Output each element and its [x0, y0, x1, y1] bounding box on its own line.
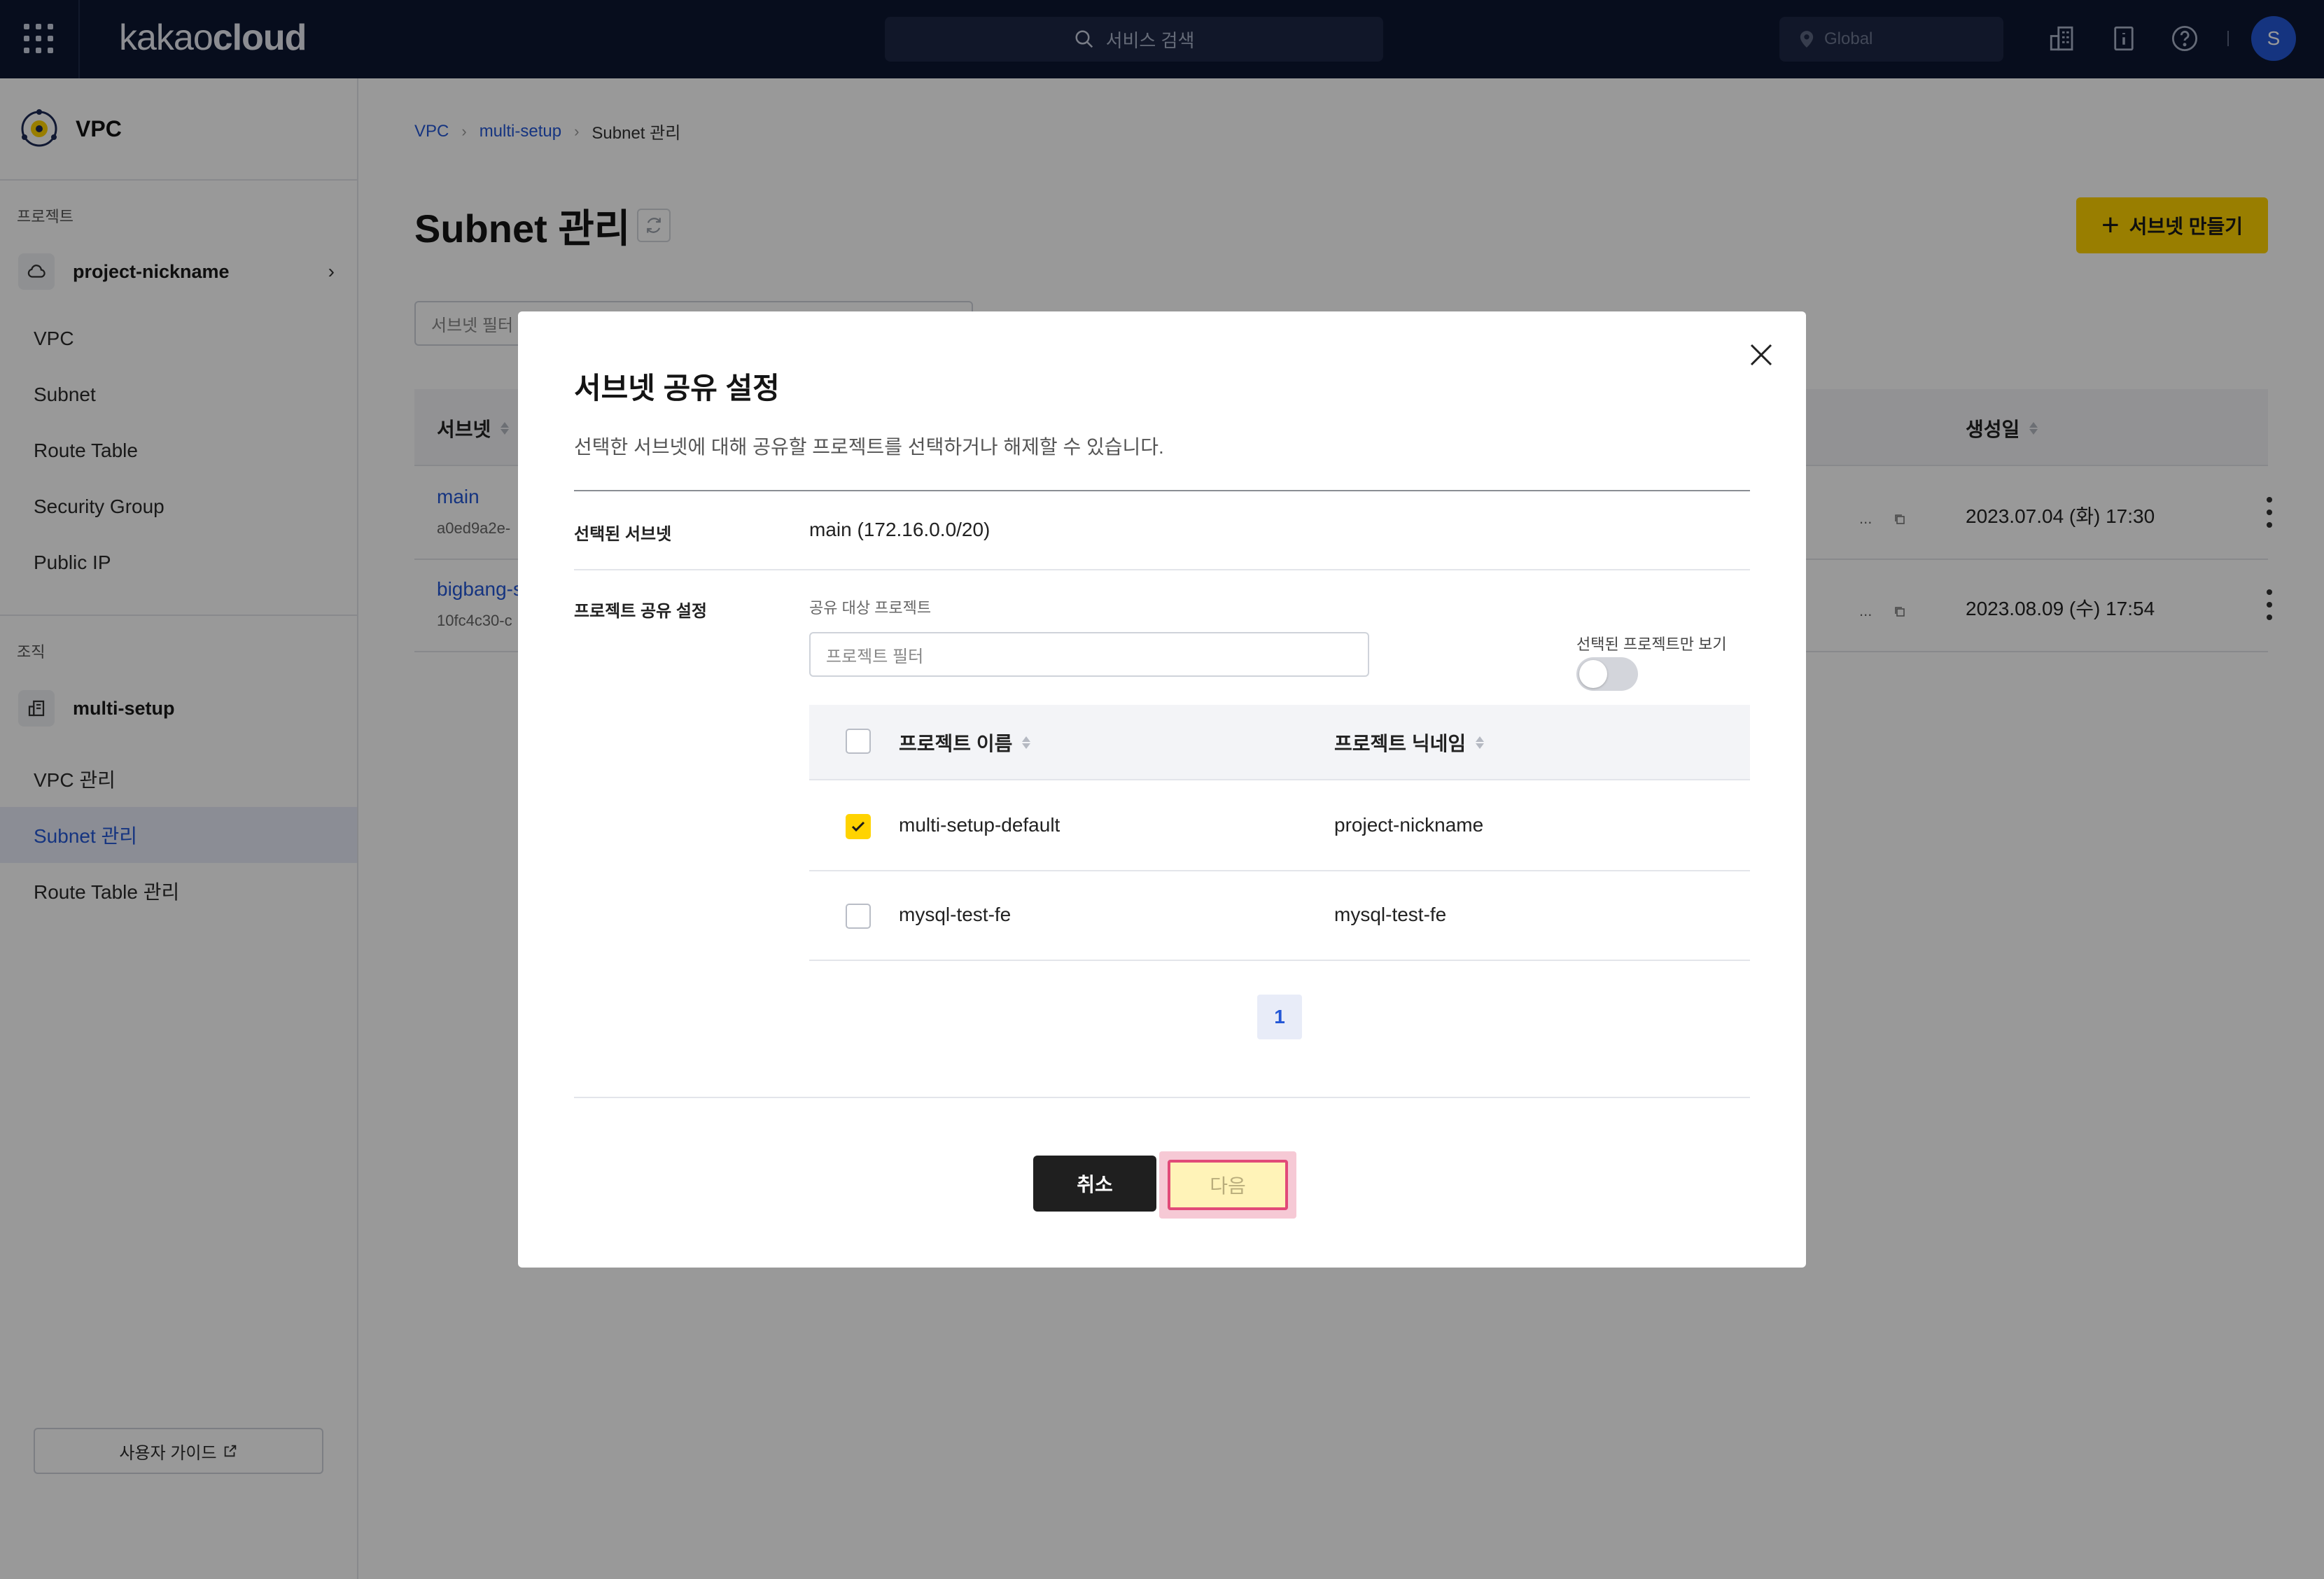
selected-subnet-label: 선택된 서브넷: [574, 525, 672, 544]
check-icon: [851, 821, 865, 832]
project-table-header: 프로젝트 이름 프로젝트 닉네임: [809, 705, 1750, 780]
selected-only-toggle[interactable]: [1576, 657, 1638, 691]
row-checkbox[interactable]: [846, 814, 871, 839]
column-project-name-label: 프로젝트 이름: [899, 733, 1013, 755]
selected-only-label: 선택된 프로젝트만 보기: [1576, 636, 1727, 653]
select-all-checkbox[interactable]: [846, 729, 871, 754]
modal-divider: [574, 1097, 1750, 1098]
project-nickname-cell: project-nickname: [1334, 814, 1484, 836]
project-nickname-cell: mysql-test-fe: [1334, 904, 1447, 925]
modal-title: 서브넷 공유 설정: [574, 372, 780, 405]
pagination-page-1[interactable]: 1: [1257, 995, 1302, 1039]
project-filter-input[interactable]: 프로젝트 필터: [809, 632, 1369, 677]
toggle-knob: [1579, 660, 1607, 688]
modal-description: 선택한 서브넷에 대해 공유할 프로젝트를 선택하거나 해제할 수 있습니다.: [574, 436, 1164, 458]
column-project-nickname[interactable]: 프로젝트 닉네임: [1334, 729, 1485, 757]
share-target-label: 공유 대상 프로젝트: [809, 599, 932, 617]
next-button-highlight: 다음: [1159, 1151, 1296, 1219]
selected-subnet-value: main (172.16.0.0/20): [809, 519, 990, 540]
share-setting-label: 프로젝트 공유 설정: [574, 602, 707, 621]
next-button[interactable]: 다음: [1168, 1160, 1288, 1210]
project-name-cell: mysql-test-fe: [899, 904, 1011, 925]
column-project-name[interactable]: 프로젝트 이름: [899, 729, 1031, 757]
table-row[interactable]: mysql-test-fe mysql-test-fe: [809, 871, 1750, 961]
modal-divider: [574, 490, 1750, 491]
subnet-share-modal: 서브넷 공유 설정 선택한 서브넷에 대해 공유할 프로젝트를 선택하거나 해제…: [518, 311, 1806, 1268]
cancel-button[interactable]: 취소: [1033, 1156, 1156, 1212]
table-row[interactable]: multi-setup-default project-nickname: [809, 782, 1750, 871]
close-icon[interactable]: [1747, 341, 1775, 369]
sort-icon: [1476, 736, 1485, 749]
project-name-cell: multi-setup-default: [899, 814, 1060, 836]
modal-divider: [574, 569, 1750, 570]
column-project-nickname-label: 프로젝트 닉네임: [1334, 733, 1466, 755]
row-checkbox[interactable]: [846, 904, 871, 929]
sort-icon: [1022, 736, 1031, 749]
